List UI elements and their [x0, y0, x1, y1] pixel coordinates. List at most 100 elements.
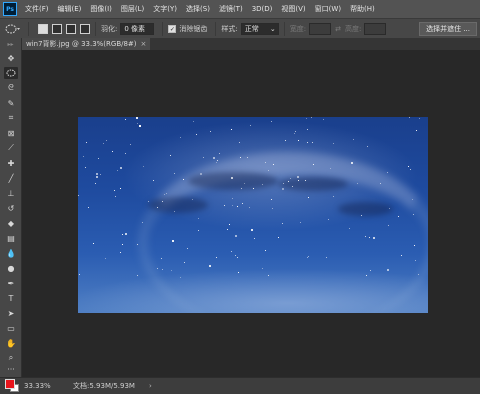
canvas-area[interactable]: [22, 50, 480, 377]
menu-view[interactable]: 视图(V): [281, 4, 305, 14]
move-icon[interactable]: ✥: [4, 52, 18, 64]
frame-icon[interactable]: ⊠: [4, 127, 18, 139]
star: [170, 270, 172, 272]
star: [414, 259, 416, 261]
antialias-checkbox[interactable]: ✓: [168, 24, 177, 33]
panel-grip-icon[interactable]: ▸▸: [0, 38, 21, 50]
star: [179, 136, 181, 138]
hand-icon[interactable]: ✋: [4, 337, 18, 349]
menu-type[interactable]: 文字(Y): [153, 4, 177, 14]
star: [330, 168, 332, 170]
eyedropper-icon[interactable]: ⟋: [4, 142, 18, 154]
star: [285, 139, 287, 141]
subtract-selection-button[interactable]: [66, 23, 76, 34]
rectangle-icon[interactable]: ▭: [4, 322, 18, 334]
brush-icon[interactable]: ╱: [4, 172, 18, 184]
star: [184, 262, 186, 264]
tool-preset-picker[interactable]: [3, 22, 23, 36]
menu-file[interactable]: 文件(F): [25, 4, 49, 14]
star: [235, 235, 238, 238]
healing-icon[interactable]: ✚: [4, 157, 18, 169]
star: [306, 256, 308, 258]
star: [264, 249, 266, 251]
star: [261, 184, 263, 186]
star: [124, 232, 127, 235]
star: [82, 156, 84, 158]
star: [88, 207, 90, 209]
star: [96, 176, 98, 179]
menu-edit[interactable]: 编辑(E): [58, 4, 82, 14]
star: [122, 233, 124, 235]
select-and-mask-button[interactable]: 选择并遮住 ...: [419, 22, 477, 36]
star: [137, 274, 139, 276]
marquee-icon[interactable]: [4, 67, 18, 79]
star: [203, 157, 205, 159]
document-image[interactable]: [78, 117, 428, 313]
gradient-icon[interactable]: ▤: [4, 232, 18, 244]
blur-icon[interactable]: 💧: [4, 247, 18, 259]
zoom-level[interactable]: 33.33%: [24, 382, 51, 390]
star: [136, 117, 139, 120]
star: [373, 237, 376, 240]
star: [236, 256, 238, 258]
star: [268, 169, 270, 171]
chevron-right-icon[interactable]: ›: [149, 382, 152, 390]
star: [327, 219, 329, 221]
menu-select[interactable]: 选择(S): [186, 4, 210, 14]
style-select[interactable]: 正常 ⌄: [240, 22, 279, 35]
history-brush-icon[interactable]: ↺: [4, 202, 18, 214]
star: [223, 205, 225, 207]
chevron-down-icon: ⌄: [269, 24, 276, 33]
star: [295, 130, 297, 132]
new-selection-button[interactable]: [38, 23, 48, 34]
menu-image[interactable]: 图像(I): [90, 4, 112, 14]
star: [120, 188, 122, 190]
pen-icon[interactable]: ✒: [4, 277, 18, 289]
star: [180, 276, 182, 278]
star: [297, 176, 300, 179]
menu-help[interactable]: 帮助(H): [350, 4, 375, 14]
dodge-icon[interactable]: ●: [4, 262, 18, 274]
star: [365, 235, 367, 237]
star: [228, 224, 230, 226]
star: [416, 130, 418, 132]
star: [264, 161, 266, 163]
menu-filter[interactable]: 滤镜(T): [219, 4, 243, 14]
path-select-icon[interactable]: ➤: [4, 307, 18, 319]
star: [368, 236, 370, 238]
zoom-icon[interactable]: ⌕: [4, 352, 18, 364]
star: [119, 252, 121, 254]
eraser-icon[interactable]: ◆: [4, 217, 18, 229]
menu-layer[interactable]: 图层(L): [121, 4, 144, 14]
stamp-icon[interactable]: ⊥: [4, 187, 18, 199]
lasso-icon[interactable]: ᘓ: [4, 82, 18, 94]
star: [379, 183, 381, 185]
star: [125, 152, 127, 154]
width-input[interactable]: [309, 22, 332, 35]
star: [251, 229, 254, 232]
menu-window[interactable]: 窗口(W): [315, 4, 341, 14]
document-tab[interactable]: win7背影.jpg @ 33.3%(RGB/8#) ×: [22, 38, 151, 50]
foreground-color-swatch[interactable]: [5, 379, 15, 389]
star: [166, 192, 168, 194]
swap-icon[interactable]: ⇄: [335, 25, 341, 33]
star: [93, 242, 95, 244]
feather-input[interactable]: 0 像素: [120, 22, 155, 35]
close-icon[interactable]: ×: [141, 40, 147, 48]
star: [218, 152, 220, 154]
quick-select-icon[interactable]: ✎: [4, 97, 18, 109]
style-label: 样式:: [221, 24, 238, 33]
crop-icon[interactable]: ⌗: [4, 112, 18, 124]
star: [281, 187, 284, 190]
height-input[interactable]: [364, 22, 387, 35]
text-icon[interactable]: T: [4, 292, 18, 304]
star: [237, 271, 239, 273]
add-selection-button[interactable]: [52, 23, 62, 34]
star: [361, 215, 363, 217]
intersect-selection-button[interactable]: [80, 23, 90, 34]
more-icon[interactable]: ···: [4, 365, 18, 374]
star: [102, 142, 104, 144]
star: [293, 132, 295, 134]
menu-3d[interactable]: 3D(D): [252, 5, 273, 13]
star: [307, 141, 309, 143]
